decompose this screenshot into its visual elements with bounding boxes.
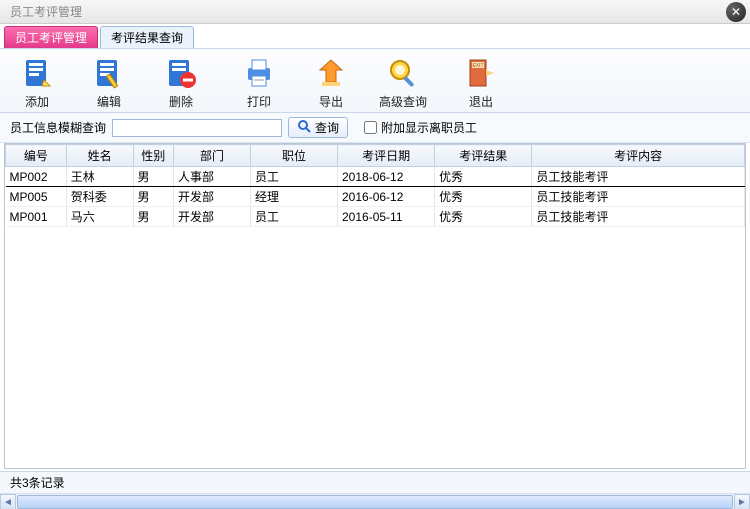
- add-label: 添加: [25, 93, 49, 110]
- delete-label: 删除: [169, 93, 193, 110]
- query-label: 查询: [315, 119, 339, 136]
- close-icon: ✕: [731, 5, 741, 19]
- tab-label: 员工考评管理: [15, 31, 87, 45]
- table-cell: 开发部: [174, 187, 251, 207]
- scroll-left-button[interactable]: ◄: [0, 494, 16, 509]
- filter-bar: 员工信息模糊查询 查询 附加显示离职员工: [0, 113, 750, 143]
- filter-label: 员工信息模糊查询: [10, 119, 106, 136]
- table-cell: 优秀: [435, 167, 532, 187]
- table-cell: MP002: [6, 167, 67, 187]
- table-cell: 员工技能考评: [532, 167, 745, 187]
- svg-text:EXIT: EXIT: [472, 63, 483, 69]
- table-cell: 2016-06-12: [338, 187, 435, 207]
- table-cell: 员工: [250, 207, 337, 227]
- magnifier-icon: [297, 119, 311, 136]
- grid-header-cell[interactable]: 姓名: [66, 145, 133, 167]
- titlebar: 员工考评管理 ✕: [0, 0, 750, 24]
- scroll-thumb[interactable]: [17, 495, 733, 509]
- exit-button[interactable]: EXIT 退出: [454, 55, 508, 110]
- print-label: 打印: [247, 93, 271, 110]
- scroll-right-button[interactable]: ►: [734, 494, 750, 509]
- tab-label: 考评结果查询: [111, 31, 183, 45]
- query-button[interactable]: 查询: [288, 117, 348, 138]
- show-resigned-label: 附加显示离职员工: [381, 119, 477, 136]
- table-cell: 男: [133, 167, 173, 187]
- export-label: 导出: [319, 93, 343, 110]
- data-grid-wrap: 编号姓名性别部门职位考评日期考评结果考评内容 MP002王林男人事部员工2018…: [4, 143, 746, 469]
- grid-header-cell[interactable]: 职位: [250, 145, 337, 167]
- table-row[interactable]: MP001马六男开发部员工2016-05-11优秀员工技能考评: [6, 207, 745, 227]
- table-cell: 马六: [66, 207, 133, 227]
- table-cell: 2016-05-11: [338, 207, 435, 227]
- table-cell: 男: [133, 187, 173, 207]
- table-cell: 王林: [66, 167, 133, 187]
- table-cell: MP001: [6, 207, 67, 227]
- table-cell: 人事部: [174, 167, 251, 187]
- advanced-query-button[interactable]: 高级查询: [376, 55, 430, 110]
- advanced-query-label: 高级查询: [379, 93, 427, 110]
- footer: 共3条记录 ◄ ►: [0, 471, 750, 509]
- table-cell: 男: [133, 207, 173, 227]
- table-cell: 2018-06-12: [338, 167, 435, 187]
- exit-icon: EXIT: [463, 55, 499, 91]
- table-cell: 员工技能考评: [532, 187, 745, 207]
- table-cell: 经理: [250, 187, 337, 207]
- print-button[interactable]: 打印: [232, 55, 286, 110]
- table-cell: 贺科委: [66, 187, 133, 207]
- delete-button[interactable]: 删除: [154, 55, 208, 110]
- grid-header-cell[interactable]: 性别: [133, 145, 173, 167]
- grid-header-cell[interactable]: 部门: [174, 145, 251, 167]
- fuzzy-search-input[interactable]: [112, 119, 282, 137]
- add-button[interactable]: 添加: [10, 55, 64, 110]
- add-icon: [19, 55, 55, 91]
- grid-header-row: 编号姓名性别部门职位考评日期考评结果考评内容: [6, 145, 745, 167]
- delete-icon: [163, 55, 199, 91]
- table-row[interactable]: MP002王林男人事部员工2018-06-12优秀员工技能考评: [6, 167, 745, 187]
- table-cell: 优秀: [435, 187, 532, 207]
- edit-button[interactable]: 编辑: [82, 55, 136, 110]
- grid-header-cell[interactable]: 考评内容: [532, 145, 745, 167]
- close-button[interactable]: ✕: [726, 2, 746, 22]
- table-cell: 员工技能考评: [532, 207, 745, 227]
- grid-header-cell[interactable]: 编号: [6, 145, 67, 167]
- exit-label: 退出: [469, 93, 493, 110]
- horizontal-scrollbar[interactable]: ◄ ►: [0, 493, 750, 509]
- data-grid[interactable]: 编号姓名性别部门职位考评日期考评结果考评内容 MP002王林男人事部员工2018…: [5, 144, 745, 227]
- table-cell: 员工: [250, 167, 337, 187]
- record-count-status: 共3条记录: [0, 472, 750, 493]
- window-title: 员工考评管理: [10, 3, 82, 20]
- grid-header-cell[interactable]: 考评结果: [435, 145, 532, 167]
- search-icon: [385, 55, 421, 91]
- print-icon: [241, 55, 277, 91]
- grid-header-cell[interactable]: 考评日期: [338, 145, 435, 167]
- show-resigned-checkbox[interactable]: [364, 121, 377, 134]
- toolbar: 添加 编辑 删除 打印 导出: [0, 48, 750, 113]
- table-cell: 开发部: [174, 207, 251, 227]
- table-cell: 优秀: [435, 207, 532, 227]
- table-row[interactable]: MP005贺科委男开发部经理2016-06-12优秀员工技能考评: [6, 187, 745, 207]
- edit-label: 编辑: [97, 93, 121, 110]
- table-cell: MP005: [6, 187, 67, 207]
- export-icon: [313, 55, 349, 91]
- tab-result-query[interactable]: 考评结果查询: [100, 26, 194, 48]
- export-button[interactable]: 导出: [304, 55, 358, 110]
- tab-strip: 员工考评管理 考评结果查询: [0, 24, 750, 48]
- show-resigned-checkbox-wrap[interactable]: 附加显示离职员工: [364, 119, 477, 136]
- tab-evaluation-mgmt[interactable]: 员工考评管理: [4, 26, 98, 48]
- edit-icon: [91, 55, 127, 91]
